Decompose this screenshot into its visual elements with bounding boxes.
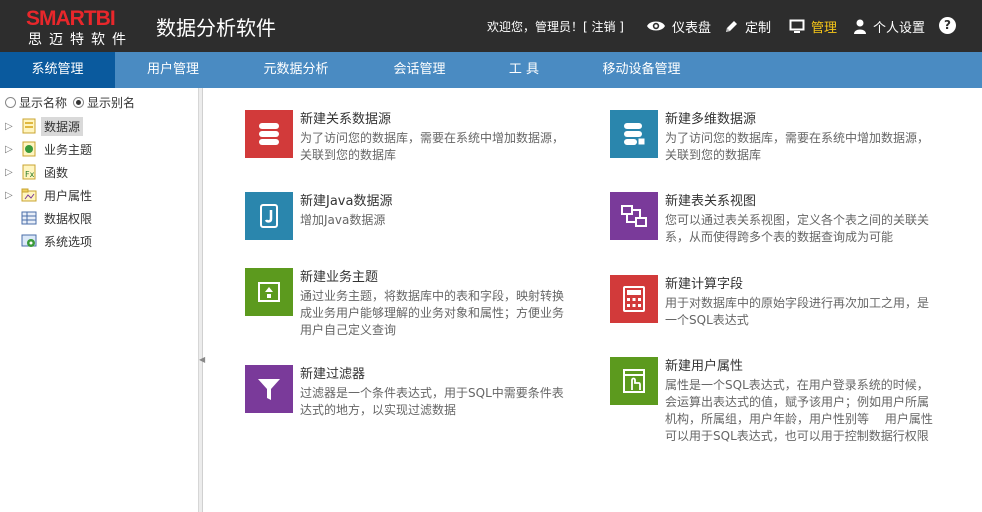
tree-item-business-theme[interactable]: ▷ 业务主题	[5, 139, 95, 159]
card-icon-box	[245, 365, 293, 413]
card-title: 新建表关系视图	[665, 194, 757, 209]
expand-arrow-icon[interactable]: ▷	[5, 144, 15, 155]
tab-system-management[interactable]: 系统管理	[0, 52, 115, 88]
function-icon: Fx	[22, 164, 36, 180]
expand-arrow-icon[interactable]: ▷	[5, 190, 15, 201]
card-description: 您可以通过表关系视图，定义各个表之间的关联关系，从而使得跨多个表的数据查询成为可…	[665, 213, 930, 244]
dashboard-label: 仪表盘	[672, 20, 712, 36]
main-nav: 系统管理 用户管理 元数据分析 会话管理 工 具 移动设备管理	[0, 52, 982, 88]
app-title: 数据分析软件	[156, 16, 276, 40]
radio-show-alias-label: 显示别名	[87, 96, 136, 110]
card-title: 新建多维数据源	[665, 112, 757, 127]
display-mode-radio-group: 显示名称 显示别名	[5, 94, 141, 111]
user-attribute-icon	[21, 188, 37, 202]
personal-settings-label: 个人设置	[873, 20, 926, 36]
tree-item-user-attribute[interactable]: ▷ 用户属性	[5, 185, 95, 205]
card-new-multidim-datasource[interactable]: 新建多维数据源 为了访问您的数据库，需要在系统中增加数据源，关联到您的数据库	[610, 110, 940, 170]
sidebar: 显示名称 显示别名 ▷ 数据源 ▷ 业务主题 ▷ Fx 函数 ▷ 用户属性 数据…	[0, 88, 199, 512]
card-new-table-relation-view[interactable]: 新建表关系视图 您可以通过表关系视图，定义各个表之间的关联关系，从而使得跨多个表…	[610, 192, 940, 252]
card-new-user-attribute[interactable]: 新建用户属性 属性是一个SQL表达式，在用户登录系统的时候，会运算出表达式的值，…	[610, 357, 940, 447]
business-theme-icon	[258, 282, 280, 302]
card-title: 新建业务主题	[300, 270, 379, 285]
radio-show-name[interactable]	[5, 97, 16, 108]
business-theme-icon	[22, 141, 36, 157]
radio-show-name-label: 显示名称	[19, 96, 68, 110]
tab-mobile-device-management[interactable]: 移动设备管理	[570, 52, 713, 88]
manage-label: 管理	[811, 20, 838, 36]
customize-label: 定制	[745, 20, 772, 36]
card-title: 新建关系数据源	[300, 112, 392, 127]
tree-label: 数据权限	[44, 211, 93, 226]
card-new-java-datasource[interactable]: 新建Java数据源 增加Java数据源	[245, 192, 575, 242]
filter-icon	[258, 379, 280, 400]
tree-item-system-options[interactable]: 系统选项	[5, 231, 95, 251]
card-title: 新建过滤器	[300, 367, 366, 382]
card-icon-box	[245, 110, 293, 158]
tree-label: 数据源	[41, 116, 84, 136]
card-icon-box	[610, 275, 658, 323]
calculator-icon	[623, 286, 645, 312]
tab-session-management[interactable]: 会话管理	[361, 52, 478, 88]
card-icon-box	[610, 357, 658, 405]
card-title: 新建用户属性	[665, 359, 744, 374]
collapse-arrow-icon[interactable]: ◀	[199, 353, 205, 367]
help-icon[interactable]: ?	[939, 17, 956, 34]
tree-label: 业务主题	[44, 142, 93, 157]
datasource-icon	[22, 118, 36, 134]
svg-text:Fx: Fx	[25, 170, 35, 179]
manage-button[interactable]: 管理	[789, 15, 837, 37]
card-title: 新建Java数据源	[300, 194, 393, 209]
tree-item-function[interactable]: ▷ Fx 函数	[5, 162, 71, 182]
card-new-relational-datasource[interactable]: 新建关系数据源 为了访问您的数据库，需要在系统中增加数据源，关联到您的数据库	[245, 110, 575, 170]
tree-label: 系统选项	[44, 234, 93, 249]
tab-tools[interactable]: 工 具	[478, 52, 570, 88]
card-new-business-theme[interactable]: 新建业务主题 通过业务主题，将数据库中的表和字段，映射转换成业务用户能够理解的业…	[245, 268, 575, 343]
card-description: 属性是一个SQL表达式，在用户登录系统的时候，会运算出表达式的值，赋予该用户；例…	[665, 378, 933, 443]
card-new-calculated-field[interactable]: 新建计算字段 用于对数据库中的原始字段进行再次加工之用，是一个SQL表达式	[610, 275, 940, 335]
card-icon-box	[610, 192, 658, 240]
monitor-icon	[789, 19, 805, 33]
personal-settings-button[interactable]: 个人设置	[853, 15, 925, 37]
card-new-filter[interactable]: 新建过滤器 过滤器是一个条件表达式，用于SQL中需要条件表达式的地方，以实现过滤…	[245, 365, 575, 425]
system-options-icon	[21, 234, 37, 247]
user-icon	[854, 19, 866, 34]
logo-subtext: 思迈特软件	[28, 32, 133, 48]
tab-user-management[interactable]: 用户管理	[115, 52, 231, 88]
tree-label: 函数	[44, 165, 69, 180]
multidim-datasource-icon	[624, 123, 646, 146]
card-description: 为了访问您的数据库，需要在系统中增加数据源，关联到您的数据库	[665, 131, 930, 162]
tree-item-datasource[interactable]: ▷ 数据源	[5, 116, 84, 136]
customize-button[interactable]: 定制	[724, 15, 771, 37]
card-description: 为了访问您的数据库，需要在系统中增加数据源，关联到您的数据库	[300, 131, 565, 162]
radio-show-alias[interactable]	[73, 97, 85, 108]
welcome-logout-link[interactable]: 欢迎您，管理员！[ 注销 ]	[487, 18, 624, 35]
tree-label: 用户属性	[44, 188, 93, 203]
card-description: 过滤器是一个条件表达式，用于SQL中需要条件表达式的地方，以实现过滤数据	[300, 386, 564, 417]
dashboard-button[interactable]: 仪表盘	[646, 15, 711, 37]
top-bar: SMARTBI 思迈特软件 数据分析软件 欢迎您，管理员！[ 注销 ] 仪表盘 …	[0, 0, 982, 52]
table-relation-icon	[621, 205, 647, 227]
tree-item-data-permission[interactable]: 数据权限	[5, 208, 95, 228]
eye-icon	[647, 21, 665, 31]
card-description: 用于对数据库中的原始字段进行再次加工之用，是一个SQL表达式	[665, 296, 930, 327]
tab-metadata-analysis[interactable]: 元数据分析	[231, 52, 361, 88]
card-description: 通过业务主题，将数据库中的表和字段，映射转换成业务用户能够理解的业务对象和属性；…	[300, 289, 565, 337]
smartbi-logo[interactable]: SMARTBI 思迈特软件	[26, 7, 144, 48]
sidebar-splitter[interactable]: ◀	[199, 88, 205, 512]
logo-text: SMARTBI	[26, 7, 116, 30]
card-icon-box	[610, 110, 658, 158]
user-attribute-icon	[623, 369, 645, 393]
expand-arrow-icon[interactable]: ▷	[5, 167, 15, 178]
java-datasource-icon	[260, 204, 278, 228]
card-description: 增加Java数据源	[300, 213, 386, 227]
card-title: 新建计算字段	[665, 277, 744, 292]
card-icon-box	[245, 192, 293, 240]
card-icon-box	[245, 268, 293, 316]
expand-arrow-icon[interactable]: ▷	[5, 121, 15, 132]
relational-datasource-icon	[259, 123, 279, 145]
data-permission-icon	[21, 211, 37, 225]
pencil-icon	[726, 20, 737, 32]
